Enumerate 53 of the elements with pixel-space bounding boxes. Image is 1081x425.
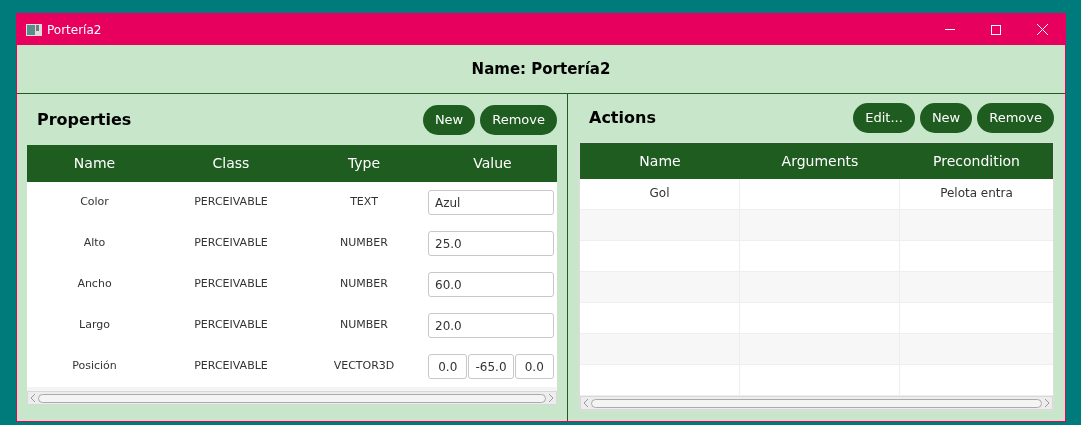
toolbar-button[interactable]: New: [919, 103, 973, 133]
value-field[interactable]: Azul: [428, 190, 554, 215]
minimize-icon: [945, 29, 955, 30]
table-cell: Gol: [580, 179, 740, 209]
scroll-right-icon[interactable]: [548, 394, 554, 402]
column-header[interactable]: Name: [27, 153, 162, 174]
value-field[interactable]: -65.0: [468, 354, 514, 379]
close-icon: [1036, 24, 1048, 35]
horizontal-scrollbar[interactable]: [27, 391, 557, 405]
horizontal-scrollbar[interactable]: [580, 396, 1053, 410]
toolbar-button[interactable]: Remove: [480, 104, 557, 135]
table-cell-text: NUMBER: [339, 235, 389, 252]
column-header[interactable]: Arguments: [740, 150, 900, 172]
toolbar-button[interactable]: Edit...: [853, 103, 915, 133]
table-cell-text: VECTOR3D: [332, 358, 396, 375]
scrollbar-thumb[interactable]: [38, 393, 546, 403]
table-cell-text: PERCEIVABLE: [193, 235, 269, 252]
column-header[interactable]: Name: [580, 150, 740, 172]
table-cell-text: Pelota entra: [939, 185, 1014, 202]
column-header[interactable]: Precondition: [900, 150, 1053, 172]
table-cell-text: Posición: [71, 358, 118, 375]
column-header[interactable]: Value: [428, 153, 557, 174]
value-field[interactable]: 20.0: [428, 313, 554, 338]
value-field[interactable]: 60.0: [428, 272, 554, 297]
scroll-right-icon[interactable]: [1044, 399, 1050, 407]
window-title: Portería2: [47, 21, 102, 39]
table-row[interactable]: Gol Pelota entra: [580, 179, 1053, 210]
scroll-left-icon[interactable]: [583, 399, 589, 407]
table-cell-text: NUMBER: [339, 276, 389, 293]
table-cell-text: NUMBER: [339, 317, 389, 334]
column-header[interactable]: Type: [300, 153, 428, 174]
toolbar-button[interactable]: Remove: [977, 103, 1054, 133]
scrollbar-thumb[interactable]: [591, 398, 1042, 408]
properties-heading: Properties: [37, 108, 132, 131]
column-header[interactable]: Class: [162, 153, 300, 174]
table-cell-text: PERCEIVABLE: [193, 194, 269, 211]
actions-heading: Actions: [589, 107, 656, 129]
toolbar-button[interactable]: New: [422, 104, 476, 135]
value-field[interactable]: 0.0: [428, 354, 468, 379]
table-cell-text: PERCEIVABLE: [193, 276, 269, 293]
value-field[interactable]: 25.0: [428, 231, 554, 256]
object-name-heading: Name: Portería2: [471, 58, 611, 80]
value-field[interactable]: 0.0: [514, 354, 554, 379]
table-cell-text: PERCEIVABLE: [193, 358, 269, 375]
maximize-icon: [991, 24, 1001, 35]
table-cell-text: TEXT: [349, 194, 379, 211]
table-cell-text: PERCEIVABLE: [193, 317, 269, 334]
table-cell-text: Alto: [82, 235, 107, 252]
table-cell-text: Largo: [78, 317, 111, 334]
app-icon: [26, 23, 42, 36]
table-cell-text: Color: [79, 194, 110, 211]
table-cell-text: Ancho: [76, 276, 113, 293]
scroll-left-icon[interactable]: [30, 394, 36, 402]
